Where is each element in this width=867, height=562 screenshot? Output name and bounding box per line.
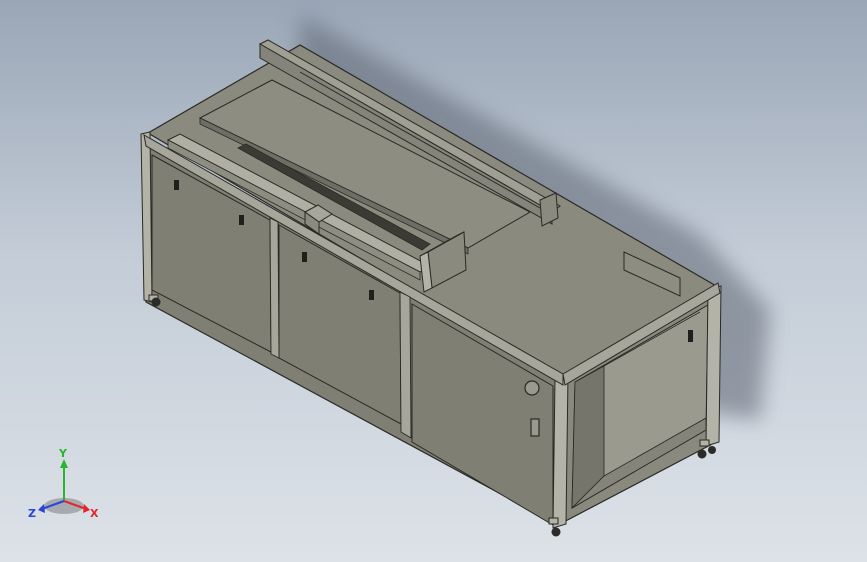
z-axis-label: Z	[28, 507, 36, 520]
door-handle-2[interactable]	[239, 215, 244, 225]
door-handle-1[interactable]	[174, 180, 179, 190]
corner-post-left	[140, 131, 153, 303]
cable-port	[524, 380, 540, 396]
corner-post-front	[552, 373, 569, 529]
y-axis-label: Y	[58, 447, 68, 460]
y-axis-arrow	[60, 459, 68, 468]
corner-post-right	[705, 285, 722, 447]
door-handle-3[interactable]	[302, 252, 307, 262]
z-axis-arrow	[38, 504, 45, 513]
x-axis-arrow	[83, 504, 90, 513]
switch-cutout	[530, 418, 540, 437]
orientation-triad: Y X Z	[28, 447, 99, 520]
caster-4	[708, 446, 716, 454]
end-handle	[688, 330, 693, 342]
divider-post-2	[399, 291, 412, 439]
x-axis-label: X	[90, 507, 99, 520]
divider-post-1	[269, 217, 280, 359]
graphics-viewport[interactable]: Y X Z	[0, 0, 867, 562]
machine-model[interactable]	[0, 0, 867, 562]
door-handle-4[interactable]	[369, 290, 374, 300]
